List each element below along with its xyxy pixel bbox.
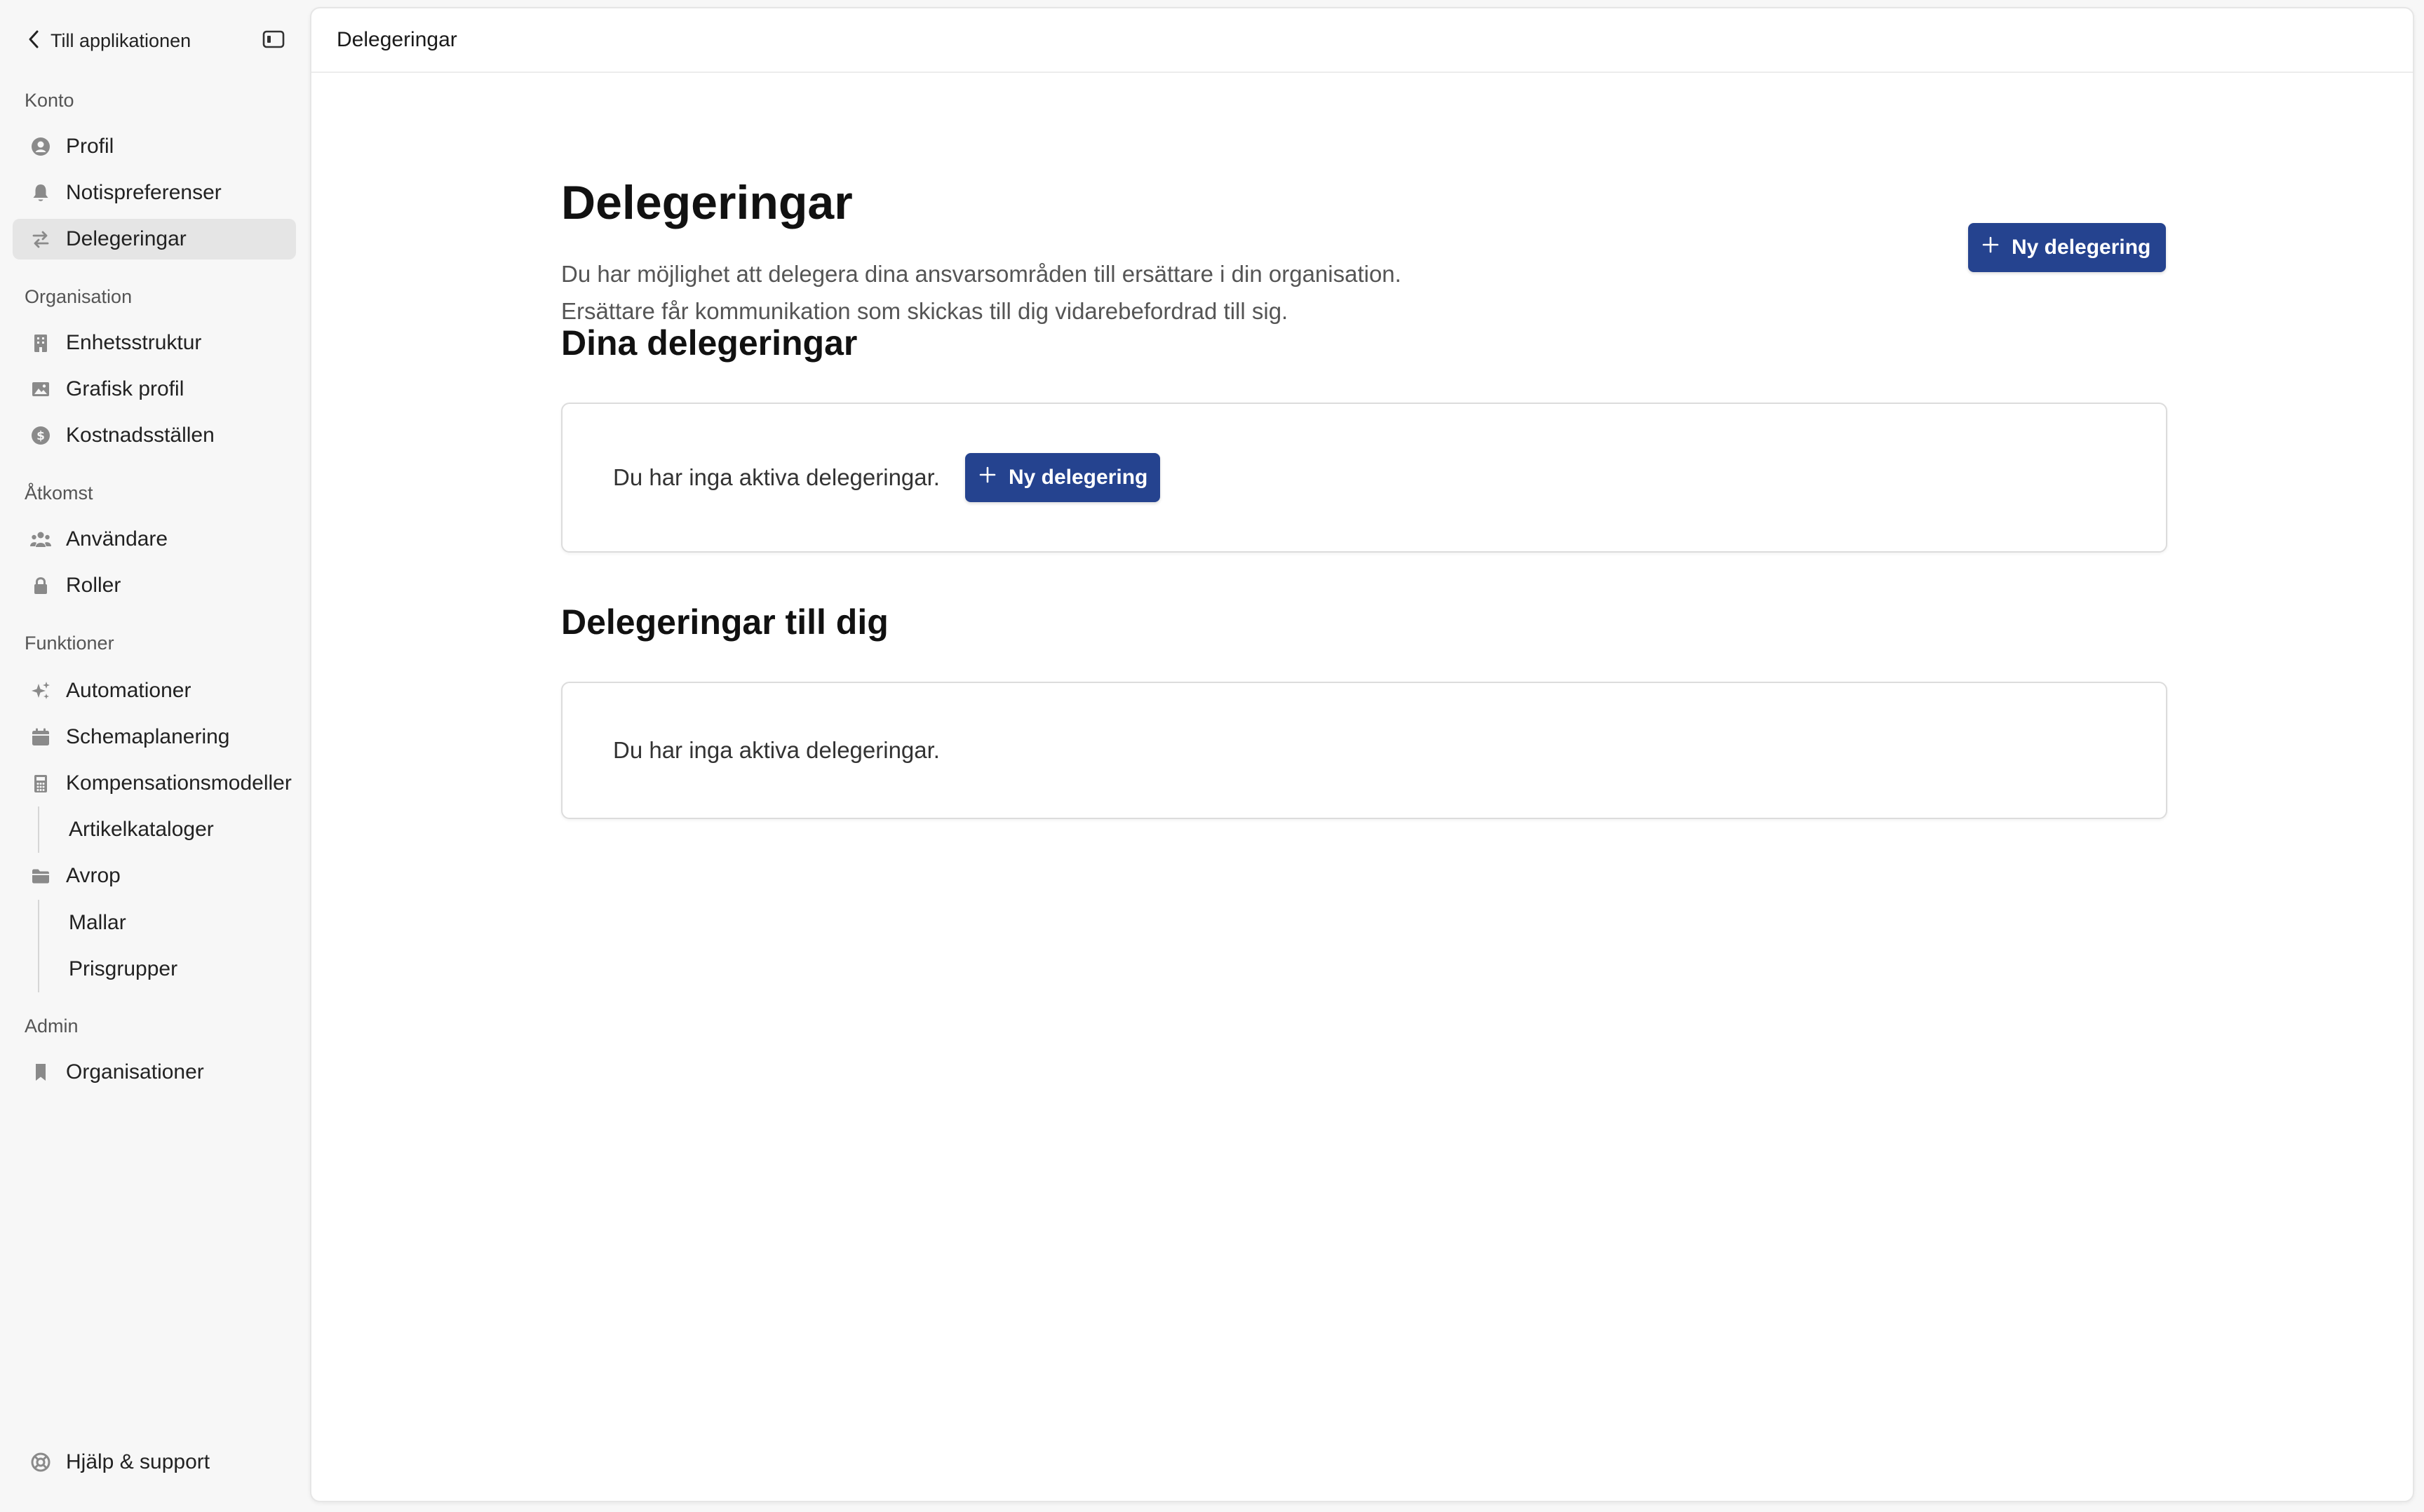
sidebar-item-label: Roller (66, 574, 121, 597)
section-label-organisation: Organisation (25, 286, 133, 307)
plus-icon (1981, 235, 2000, 260)
sidebar-item-enhetsstruktur[interactable]: Enhetsstruktur (13, 323, 296, 363)
lock-icon (13, 565, 66, 606)
calculator-icon (13, 763, 66, 804)
arrows-exchange-icon (13, 219, 66, 259)
sidebar-item-anvandare[interactable]: Användare (13, 519, 296, 560)
help-support-label: Hjälp & support (66, 1450, 210, 1473)
sidebar-item-delegeringar[interactable]: Delegeringar (13, 219, 296, 259)
sidebar-item-label: Prisgrupper (69, 957, 178, 980)
sidebar-item-profil[interactable]: Profil (13, 126, 296, 167)
chevron-left-icon (27, 29, 42, 53)
sidebar-subitem-artikelkataloger[interactable]: Artikelkataloger (38, 806, 296, 853)
new-delegation-inline-button-label: Ny delegering (1008, 466, 1148, 489)
sidebar-subitem-mallar[interactable]: Mallar (38, 900, 296, 946)
sparkles-icon (13, 670, 66, 711)
top-bar: Delegeringar (311, 8, 2413, 73)
lifebuoy-icon (13, 1442, 66, 1483)
users-icon (13, 519, 66, 560)
sidebar-item-kompensationsmodeller[interactable]: Kompensationsmodeller (13, 763, 296, 804)
sidebar-item-organisationer[interactable]: Organisationer (13, 1052, 296, 1093)
sidebar-item-label: Grafisk profil (66, 377, 184, 400)
svg-text:$: $ (36, 429, 45, 443)
plus-icon (978, 465, 997, 490)
sidebar-item-label: Artikelkataloger (69, 818, 214, 841)
page-description-line-1: Du har möjlighet att delegera dina ansva… (561, 261, 1401, 287)
sidebar-header: Till applikationen (27, 21, 288, 60)
sidebar-item-roller[interactable]: Roller (13, 565, 296, 606)
user-circle-icon (13, 126, 66, 167)
sidebar-item-label: Profil (66, 135, 114, 158)
sidebar-item-avrop[interactable]: Avrop (13, 856, 296, 896)
sidebar-item-kostnadsstallen[interactable]: $ Kostnadsställen (13, 415, 296, 456)
main-panel: Delegeringar Delegeringar Du har möjligh… (310, 7, 2414, 1502)
sidebar-item-label: Schemaplanering (66, 725, 230, 748)
back-to-app-link[interactable]: Till applikationen (27, 29, 191, 53)
new-delegation-button-label: Ny delegering (2012, 236, 2151, 259)
your-delegations-empty-text: Du har inga aktiva delegeringar. (613, 464, 940, 490)
folder-icon (13, 856, 66, 896)
sidebar-item-label: Mallar (69, 911, 126, 934)
sidebar-item-label: Notispreferenser (66, 181, 222, 204)
delegations-to-you-heading: Delegeringar till dig (561, 602, 889, 642)
image-icon (13, 369, 66, 410)
new-delegation-inline-button[interactable]: Ny delegering (964, 453, 1161, 502)
sidebar: Till applikationen Konto Profil Notispre… (0, 0, 309, 1512)
page-title: Delegeringar (561, 176, 853, 229)
sidebar-toggle-icon (262, 29, 285, 53)
your-delegations-heading: Dina delegeringar (561, 323, 858, 363)
sidebar-item-label: Automationer (66, 679, 191, 702)
sidebar-item-label: Kompensationsmodeller (66, 771, 292, 795)
sidebar-item-label: Användare (66, 527, 168, 551)
bookmark-icon (13, 1052, 66, 1093)
dollar-circle-icon: $ (13, 415, 66, 456)
sidebar-item-label: Delegeringar (66, 227, 187, 250)
help-support-link[interactable]: Hjälp & support (13, 1442, 296, 1483)
breadcrumb: Delegeringar (337, 28, 457, 51)
sidebar-item-label: Organisationer (66, 1060, 204, 1084)
sidebar-item-automationer[interactable]: Automationer (13, 670, 296, 711)
section-label-konto: Konto (25, 90, 74, 111)
sidebar-item-label: Kostnadsställen (66, 424, 215, 447)
delegations-to-you-empty-text: Du har inga aktiva delegeringar. (613, 737, 940, 763)
sidebar-item-schemaplanering[interactable]: Schemaplanering (13, 717, 296, 757)
calendar-icon (13, 717, 66, 757)
collapse-sidebar-button[interactable] (260, 27, 288, 55)
sidebar-item-label: Avrop (66, 864, 121, 887)
sidebar-item-grafisk-profil[interactable]: Grafisk profil (13, 369, 296, 410)
your-delegations-card: Du har inga aktiva delegeringar. Ny dele… (561, 403, 2167, 553)
sidebar-subitem-prisgrupper[interactable]: Prisgrupper (38, 946, 296, 992)
page-description: Du har möjlighet att delegera dina ansva… (561, 255, 1613, 330)
sidebar-item-label: Enhetsstruktur (66, 331, 202, 354)
sidebar-item-notispreferenser[interactable]: Notispreferenser (13, 173, 296, 213)
section-label-funktioner: Funktioner (25, 633, 114, 654)
section-label-admin: Admin (25, 1015, 79, 1037)
building-icon (13, 323, 66, 363)
back-to-app-label: Till applikationen (50, 29, 191, 51)
section-label-atkomst: Åtkomst (25, 482, 93, 504)
bell-icon (13, 173, 66, 213)
delegations-to-you-card: Du har inga aktiva delegeringar. (561, 682, 2167, 819)
new-delegation-button[interactable]: Ny delegering (1968, 223, 2166, 272)
